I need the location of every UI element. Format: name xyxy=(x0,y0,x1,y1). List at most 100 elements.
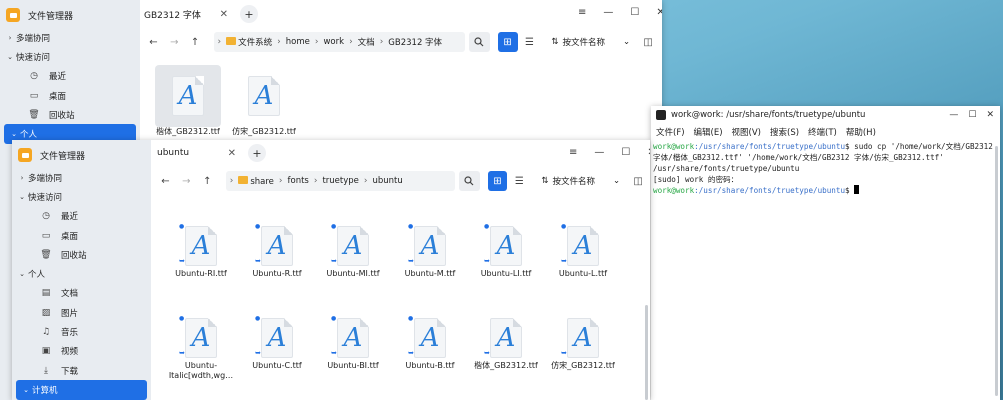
file-item[interactable]: ● A ➥ Ubuntu- Italic[wdth,wg… xyxy=(165,307,237,381)
front-sidebar-item-downloads[interactable]: ⤓ 下载 xyxy=(12,361,151,380)
download-icon: ⤓ xyxy=(44,365,48,376)
front-sidebar-item-documents[interactable]: ▤ 文档 xyxy=(12,284,151,303)
front-sidebar-item-computer[interactable]: ⌄ 计算机 xyxy=(16,380,147,400)
minimize-icon[interactable]: — xyxy=(603,7,613,18)
back-tab-gb2312[interactable]: GB2312 字体 ✕ xyxy=(140,4,232,24)
expand-arrow-icon[interactable]: › xyxy=(4,34,16,42)
back-app-title-bar: 文件管理器 xyxy=(0,0,140,30)
minimize-icon[interactable]: — xyxy=(949,110,958,120)
front-sidebar-item-trash[interactable]: 🗑 回收站 xyxy=(12,245,151,264)
terminal-scrollbar[interactable] xyxy=(995,146,998,396)
maximize-icon[interactable]: ☐ xyxy=(630,7,639,18)
icon-view-button[interactable]: ⊞ xyxy=(497,32,518,52)
breadcrumb-item[interactable]: work xyxy=(318,37,349,47)
close-icon[interactable]: ✕ xyxy=(986,110,994,120)
breadcrumb-item[interactable]: GB2312 字体 xyxy=(383,36,447,48)
forward-arrow-icon[interactable]: → xyxy=(176,176,197,187)
collapse-arrow-icon[interactable]: ⌄ xyxy=(4,53,16,61)
file-icon-wrapper: ● A ➥ xyxy=(550,215,616,277)
front-sidebar-item-videos[interactable]: ▣ 视频 xyxy=(12,342,151,361)
search-button[interactable] xyxy=(468,32,490,52)
file-item[interactable]: A 楷体_GB2312.ttf xyxy=(152,65,224,137)
close-tab-icon[interactable]: ✕ xyxy=(220,9,228,20)
detail-panel-button[interactable]: ◫ xyxy=(638,32,658,52)
link-arrow-icon: ➥ xyxy=(179,257,185,265)
file-item[interactable]: A ➥ 仿宋_GB2312.ttf xyxy=(547,307,619,371)
file-item[interactable]: ● A ➥ Ubuntu-MI.ttf xyxy=(317,215,389,279)
menu-edit[interactable]: 编辑(E) xyxy=(694,126,723,138)
back-arrow-icon[interactable]: ← xyxy=(155,176,176,187)
close-icon[interactable]: ✕ xyxy=(647,147,650,158)
sort-dropdown[interactable]: ⇅ 按文件名称 ⌄ xyxy=(551,36,630,48)
close-icon[interactable]: ✕ xyxy=(656,7,662,18)
file-item[interactable]: ● A ➥ Ubuntu-C.ttf xyxy=(241,307,313,371)
file-item[interactable]: A 仿宋_GB2312.ttf xyxy=(228,65,300,137)
breadcrumb-item[interactable]: truetype xyxy=(317,176,363,186)
maximize-icon[interactable]: ☐ xyxy=(968,110,976,120)
front-tab-ubuntu[interactable]: ubuntu ✕ xyxy=(153,143,240,163)
back-sidebar-item-recent[interactable]: ◷ 最近 xyxy=(0,67,140,86)
search-button[interactable] xyxy=(458,171,480,191)
back-sidebar-item-quick-access[interactable]: ⌄ 快速访问 xyxy=(0,47,140,66)
forward-arrow-icon[interactable]: → xyxy=(164,37,185,48)
menu-icon[interactable]: ≡ xyxy=(578,7,586,18)
collapse-arrow-icon[interactable]: ⌄ xyxy=(8,130,20,138)
front-sidebar-item-quick-access[interactable]: ⌄ 快速访问 xyxy=(12,187,151,206)
breadcrumb-item[interactable]: share xyxy=(233,175,279,187)
menu-help[interactable]: 帮助(H) xyxy=(846,126,876,138)
file-item[interactable]: ● A ➥ Ubuntu-M.ttf xyxy=(394,215,466,279)
tab-label: ubuntu xyxy=(157,148,190,158)
front-sidebar-item-recent[interactable]: ◷ 最近 xyxy=(12,207,151,226)
expand-arrow-icon[interactable]: › xyxy=(16,174,28,182)
front-sidebar-item-pictures[interactable]: ▨ 图片 xyxy=(12,303,151,322)
font-file-icon: A xyxy=(337,318,369,358)
file-item[interactable]: ● A ➥ Ubuntu-B.ttf xyxy=(394,307,466,371)
close-tab-icon[interactable]: ✕ xyxy=(228,148,236,159)
back-sidebar-item-trash[interactable]: 🗑 回收站 xyxy=(0,105,140,124)
detail-panel-button[interactable]: ◫ xyxy=(628,171,648,191)
terminal-window[interactable]: work@work: /usr/share/fonts/truetype/ubu… xyxy=(651,106,1000,400)
front-app-title-bar: 文件管理器 xyxy=(12,140,151,170)
menu-view[interactable]: 视图(V) xyxy=(732,126,761,138)
file-item[interactable]: ● A ➥ Ubuntu-RI.ttf xyxy=(165,215,237,279)
menu-icon[interactable]: ≡ xyxy=(569,147,577,158)
collapse-arrow-icon[interactable]: ⌄ xyxy=(20,386,32,394)
add-tab-button[interactable]: + xyxy=(248,144,266,162)
maximize-icon[interactable]: ☐ xyxy=(621,147,630,158)
breadcrumb-item[interactable]: home xyxy=(281,37,315,47)
front-sidebar-item-music[interactable]: ♫ 音乐 xyxy=(12,322,151,341)
terminal-output[interactable]: work@work:/usr/share/fonts/truetype/ubun… xyxy=(651,140,1000,197)
back-sidebar-item-multidevice[interactable]: › 多端协同 xyxy=(0,28,140,47)
desktop-icon: ▭ xyxy=(29,90,39,101)
file-item[interactable]: ● A ➥ Ubuntu-BI.ttf xyxy=(317,307,389,371)
file-item[interactable]: A ➥ 楷体_GB2312.ttf xyxy=(470,307,542,371)
front-sidebar-item-desktop[interactable]: ▭ 桌面 xyxy=(12,226,151,245)
file-item[interactable]: ● A ➥ Ubuntu-LI.ttf xyxy=(470,215,542,279)
menu-search[interactable]: 搜索(S) xyxy=(770,126,799,138)
breadcrumb-item[interactable]: ubuntu xyxy=(368,176,408,186)
front-scrollbar[interactable] xyxy=(645,305,648,400)
front-sidebar-item-multidevice[interactable]: › 多端协同 xyxy=(12,168,151,187)
list-view-button[interactable]: ☰ xyxy=(509,171,529,191)
up-arrow-icon[interactable]: ↑ xyxy=(197,176,218,187)
icon-view-button[interactable]: ⊞ xyxy=(487,171,508,191)
menu-file[interactable]: 文件(F) xyxy=(656,126,685,138)
breadcrumb-item[interactable]: 文档 xyxy=(353,36,380,48)
sidebar-label: 快速访问 xyxy=(28,192,63,203)
file-item[interactable]: ● A ➥ Ubuntu-R.ttf xyxy=(241,215,313,279)
front-sidebar-item-personal[interactable]: ⌄ 个人 xyxy=(12,264,151,283)
collapse-arrow-icon[interactable]: ⌄ xyxy=(16,193,28,201)
list-view-button[interactable]: ☰ xyxy=(520,32,540,52)
back-sidebar-item-desktop[interactable]: ▭ 桌面 xyxy=(0,86,140,105)
front-file-manager-window[interactable]: 文件管理器 › 多端协同 ⌄ 快速访问 ◷ 最近 ▭ 桌面 🗑 回收站 ⌄ 个人 ▤ 文档 ▨… xyxy=(12,140,650,400)
breadcrumb-item[interactable]: 文件系统 xyxy=(221,36,277,48)
add-tab-button[interactable]: + xyxy=(240,5,258,23)
file-item[interactable]: ● A ➥ Ubuntu-L.ttf xyxy=(547,215,619,279)
menu-terminal[interactable]: 终端(T) xyxy=(808,126,837,138)
back-arrow-icon[interactable]: ← xyxy=(143,37,164,48)
up-arrow-icon[interactable]: ↑ xyxy=(185,37,206,48)
collapse-arrow-icon[interactable]: ⌄ xyxy=(16,270,28,278)
breadcrumb-item[interactable]: fonts xyxy=(283,176,314,186)
sort-dropdown[interactable]: ⇅ 按文件名称 ⌄ xyxy=(541,175,620,187)
minimize-icon[interactable]: — xyxy=(594,147,604,158)
